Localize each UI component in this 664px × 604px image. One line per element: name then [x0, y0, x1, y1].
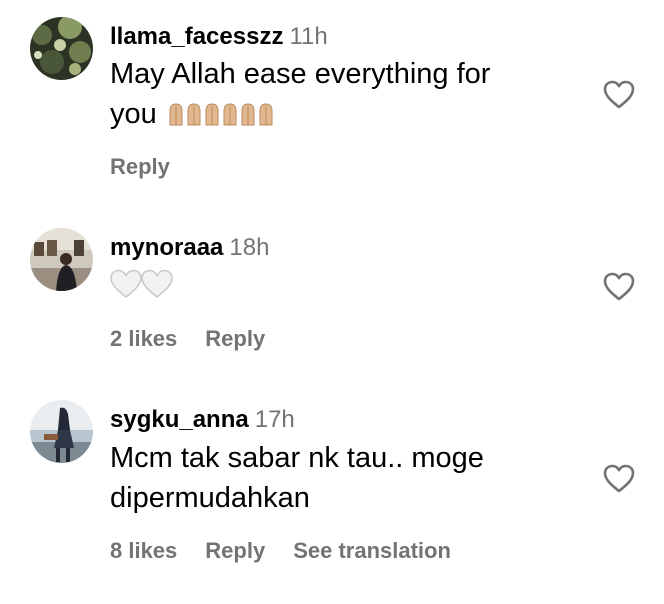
reply-button[interactable]: Reply — [110, 154, 170, 179]
comment-actions: 8 likes Reply See translation — [110, 540, 479, 562]
comment-text-line: you — [110, 94, 580, 134]
avatar[interactable] — [30, 400, 93, 463]
timestamp[interactable]: 11h — [289, 23, 327, 50]
avatar[interactable] — [30, 17, 93, 80]
username[interactable]: llama_facesszz — [110, 23, 283, 50]
reply-button[interactable]: Reply — [205, 326, 265, 351]
timestamp[interactable]: 18h — [229, 234, 269, 261]
comment-header: llama_facesszz 11h — [110, 25, 328, 49]
heart-outline-icon[interactable] — [603, 464, 635, 494]
timestamp[interactable]: 17h — [255, 406, 295, 433]
heart-outline-icon[interactable] — [603, 272, 635, 302]
folded-hands-emoji — [167, 101, 293, 127]
white-heart-emoji — [110, 269, 174, 299]
likes-count[interactable]: 2 likes — [110, 326, 177, 351]
comment-text: May Allah ease everything for you — [110, 54, 580, 134]
comment-header: mynoraaa 18h — [110, 236, 269, 260]
reply-button[interactable]: Reply — [205, 538, 265, 563]
comment-text — [110, 266, 580, 306]
heart-outline-icon[interactable] — [603, 80, 635, 110]
folded-hands-emoji-svg — [169, 103, 273, 126]
username[interactable]: sygku_anna — [110, 406, 249, 433]
avatar[interactable] — [30, 228, 93, 291]
comment-actions: 2 likes Reply — [110, 328, 293, 350]
comment-header: sygku_anna 17h — [110, 408, 295, 432]
comment-text: Mcm tak sabar nk tau.. moge dipermudahka… — [110, 438, 580, 518]
comment-text-line: dipermudahkan — [110, 482, 310, 514]
username[interactable]: mynoraaa — [110, 234, 223, 261]
comment-text-line: May Allah ease everything for — [110, 58, 491, 90]
comment-actions: Reply — [110, 156, 198, 178]
see-translation-link[interactable]: See translation — [293, 538, 451, 563]
comment-text-line-end: you — [110, 98, 157, 130]
comment-text-line: Mcm tak sabar nk tau.. moge — [110, 442, 484, 474]
likes-count[interactable]: 8 likes — [110, 538, 177, 563]
